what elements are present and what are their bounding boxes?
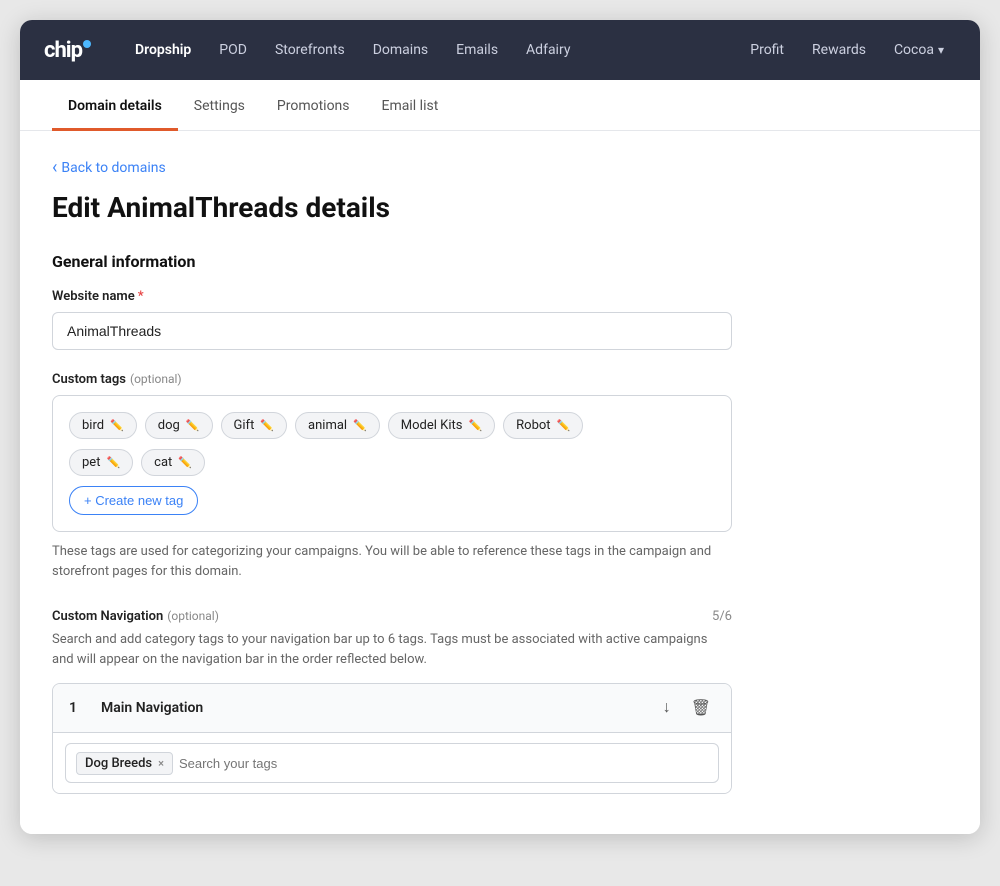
required-indicator: * bbox=[138, 289, 144, 304]
tab-domain-details[interactable]: Domain details bbox=[52, 80, 178, 131]
edit-icon: ✏️ bbox=[106, 456, 120, 469]
nav-item-move-down[interactable]: ↓ bbox=[659, 697, 675, 719]
nav-item-header: 1 Main Navigation ↓ 🗑 bbox=[53, 684, 731, 733]
edit-icon: ✏️ bbox=[557, 419, 571, 432]
back-link[interactable]: Back to domains bbox=[52, 159, 948, 177]
nav-domains[interactable]: Domains bbox=[361, 34, 440, 66]
tag-bird[interactable]: bird ✏️ bbox=[69, 412, 137, 439]
nav-count: 5/6 bbox=[712, 609, 732, 624]
tag-animal[interactable]: animal ✏️ bbox=[295, 412, 380, 439]
edit-icon: ✏️ bbox=[468, 419, 482, 432]
tags-row-1: bird ✏️ dog ✏️ Gift ✏️ animal ✏️ Model K… bbox=[69, 412, 715, 439]
optional-label: (optional) bbox=[130, 372, 182, 386]
edit-icon: ✏️ bbox=[178, 456, 192, 469]
nav-profit[interactable]: Profit bbox=[738, 34, 796, 66]
nav-right: Profit Rewards Cocoa bbox=[738, 34, 956, 66]
nav-item-num: 1 bbox=[69, 700, 89, 716]
tag-model-kits[interactable]: Model Kits ✏️ bbox=[388, 412, 495, 439]
edit-icon: ✏️ bbox=[353, 419, 367, 432]
custom-tags-label: Custom tags(optional) bbox=[52, 372, 948, 387]
custom-nav-header: Custom Navigation(optional) 5/6 bbox=[52, 609, 732, 624]
nav-dropship[interactable]: Dropship bbox=[123, 34, 203, 66]
tags-hint: These tags are used for categorizing you… bbox=[52, 542, 732, 581]
nav-adfairy[interactable]: Adfairy bbox=[514, 34, 582, 66]
tag-pet[interactable]: pet ✏️ bbox=[69, 449, 133, 476]
nav-item-name: Main Navigation bbox=[101, 700, 647, 716]
website-name-input[interactable] bbox=[52, 312, 732, 350]
custom-nav-label: Custom Navigation(optional) bbox=[52, 609, 219, 624]
tab-settings[interactable]: Settings bbox=[178, 80, 261, 131]
selected-tag-dog-breeds: Dog Breeds × bbox=[76, 752, 173, 775]
optional-label-nav: (optional) bbox=[167, 609, 219, 623]
nav-pod[interactable]: POD bbox=[207, 34, 259, 66]
nav-rewards[interactable]: Rewards bbox=[800, 34, 878, 66]
nav-hint: Search and add category tags to your nav… bbox=[52, 630, 732, 669]
nav-item-body: Dog Breeds × bbox=[53, 733, 731, 793]
remove-tag-dog-breeds[interactable]: × bbox=[158, 757, 164, 770]
tags-box: bird ✏️ dog ✏️ Gift ✏️ animal ✏️ Model K… bbox=[52, 395, 732, 532]
nav-item-delete[interactable]: 🗑 bbox=[687, 696, 715, 720]
nav-storefronts[interactable]: Storefronts bbox=[263, 34, 357, 66]
tag-search-input[interactable] bbox=[179, 756, 708, 771]
edit-icon: ✏️ bbox=[260, 419, 274, 432]
top-nav: chip Dropship POD Storefronts Domains Em… bbox=[20, 20, 980, 80]
nav-emails[interactable]: Emails bbox=[444, 34, 510, 66]
content-area: Back to domains Edit AnimalThreads detai… bbox=[20, 131, 980, 834]
tag-search-row[interactable]: Dog Breeds × bbox=[65, 743, 719, 783]
tab-bar: Domain details Settings Promotions Email… bbox=[20, 80, 980, 131]
tag-gift[interactable]: Gift ✏️ bbox=[221, 412, 288, 439]
edit-icon: ✏️ bbox=[186, 419, 200, 432]
nav-links: Dropship POD Storefronts Domains Emails … bbox=[123, 34, 738, 66]
tags-row-2: pet ✏️ cat ✏️ bbox=[69, 449, 715, 476]
nav-cocoa[interactable]: Cocoa bbox=[882, 34, 956, 66]
tab-email-list[interactable]: Email list bbox=[366, 80, 455, 131]
create-tag-button[interactable]: + Create new tag bbox=[69, 486, 198, 515]
general-info-title: General information bbox=[52, 252, 948, 271]
tab-promotions[interactable]: Promotions bbox=[261, 80, 366, 131]
tag-dog[interactable]: dog ✏️ bbox=[145, 412, 213, 439]
nav-item-1: 1 Main Navigation ↓ 🗑 Dog Breeds × bbox=[52, 683, 732, 794]
tag-cat[interactable]: cat ✏️ bbox=[141, 449, 205, 476]
logo: chip bbox=[44, 38, 91, 63]
edit-icon: ✏️ bbox=[110, 419, 124, 432]
app-window: chip Dropship POD Storefronts Domains Em… bbox=[20, 20, 980, 834]
page-title: Edit AnimalThreads details bbox=[52, 191, 948, 224]
nav-item-actions: ↓ 🗑 bbox=[659, 696, 715, 720]
tag-robot[interactable]: Robot ✏️ bbox=[503, 412, 583, 439]
logo-dot bbox=[83, 40, 91, 48]
website-name-label: Website name* bbox=[52, 289, 948, 304]
